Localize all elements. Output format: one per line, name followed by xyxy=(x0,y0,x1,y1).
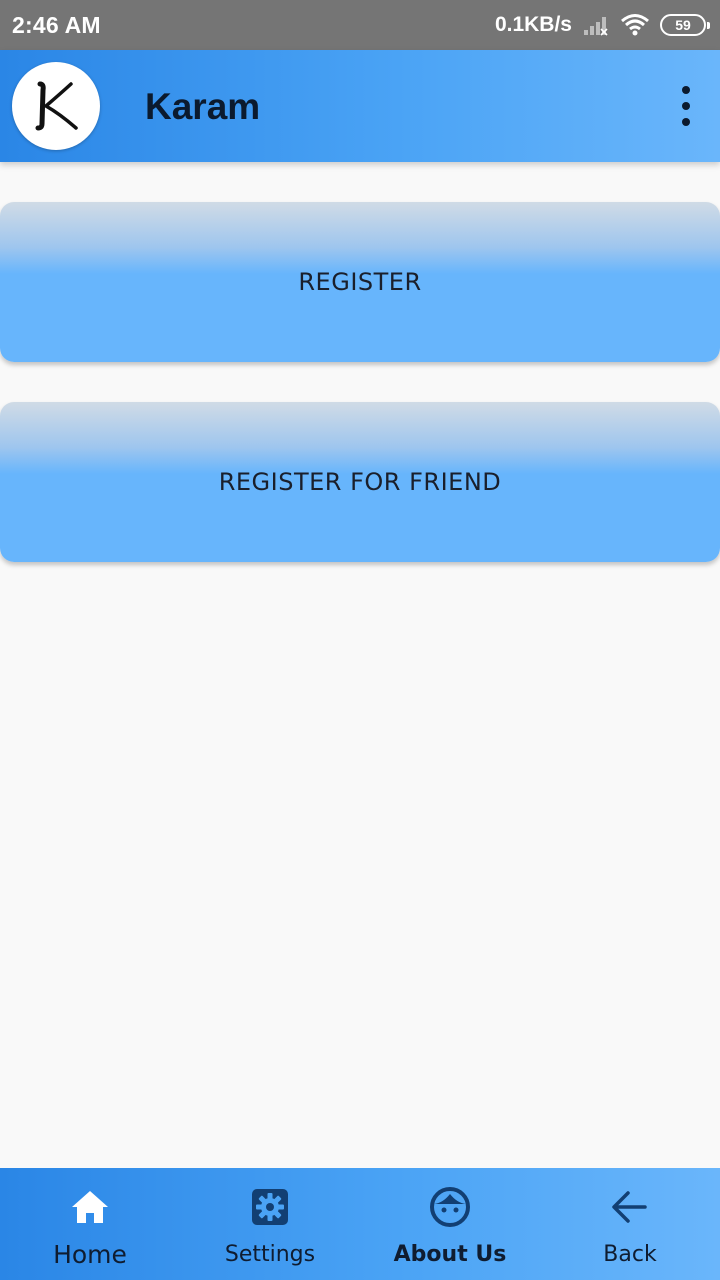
wifi-icon xyxy=(620,13,650,37)
arrow-back-icon xyxy=(611,1186,649,1228)
register-for-friend-button[interactable]: REGISTER FOR FRIEND xyxy=(0,402,720,562)
bottom-navigation: Home Settings About Us Back xyxy=(0,1168,720,1280)
nav-label-settings: Settings xyxy=(224,1242,316,1267)
nav-label-about-us: About Us xyxy=(393,1242,507,1267)
signal-icon xyxy=(582,14,610,36)
more-vert-icon[interactable] xyxy=(680,86,692,126)
nav-item-about-us[interactable]: About Us xyxy=(360,1168,540,1280)
home-icon xyxy=(70,1186,110,1228)
battery-level: 59 xyxy=(675,17,691,33)
app-bar: Karam xyxy=(0,50,720,162)
status-indicators: 0.1KB/s 59 xyxy=(494,13,710,37)
logo-k-icon xyxy=(35,81,78,131)
register-button[interactable]: REGISTER xyxy=(0,202,720,362)
nav-item-back[interactable]: Back xyxy=(540,1168,720,1280)
status-bar: 2:46 AM 0.1KB/s 59 xyxy=(0,0,720,50)
nav-item-home[interactable]: Home xyxy=(0,1168,180,1280)
status-time: 2:46 AM xyxy=(12,11,101,38)
nav-label-home: Home xyxy=(53,1240,127,1269)
face-icon xyxy=(429,1186,471,1228)
app-title: Karam xyxy=(145,86,261,127)
nav-item-settings[interactable]: Settings xyxy=(180,1168,360,1280)
net-speed: 0.1KB/s xyxy=(494,13,572,36)
battery-icon: 59 xyxy=(660,14,710,36)
app-logo xyxy=(12,62,100,150)
nav-label-back: Back xyxy=(603,1242,657,1267)
settings-icon xyxy=(251,1186,289,1228)
